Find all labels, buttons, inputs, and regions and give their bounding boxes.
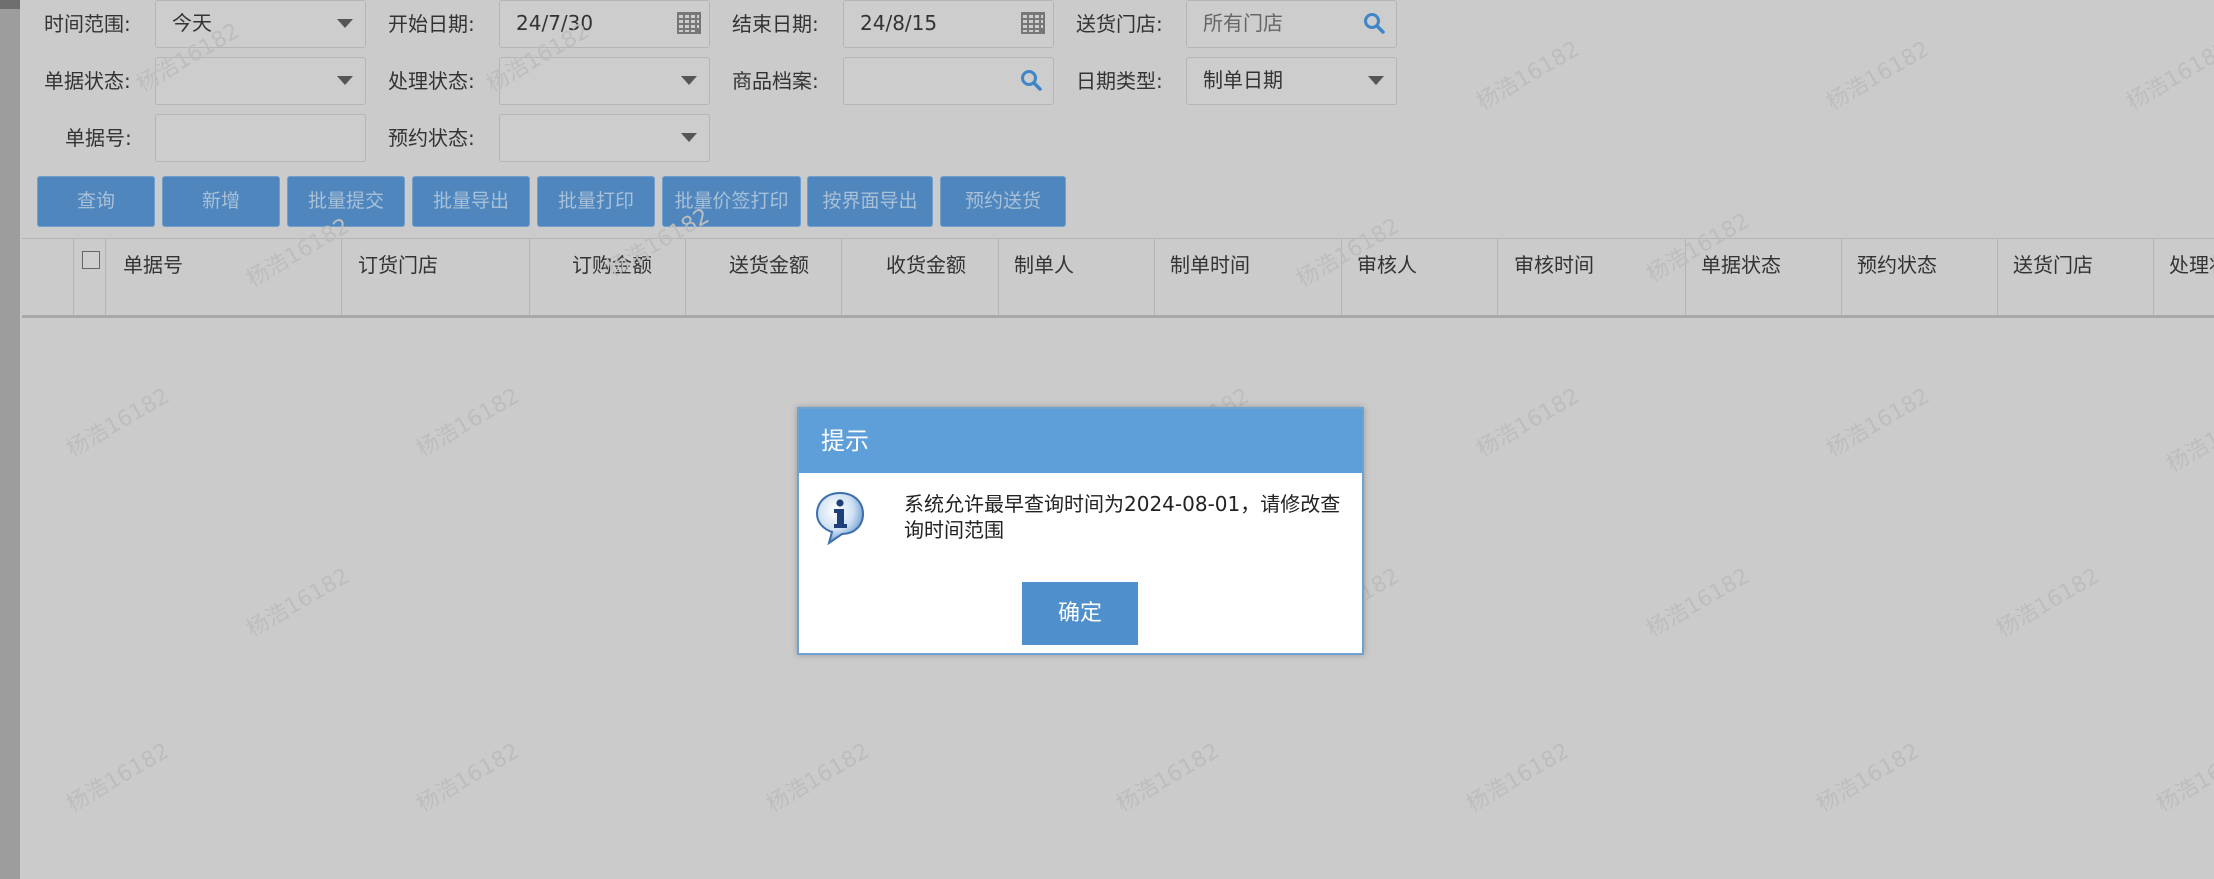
watermark: 杨浩16182 <box>412 383 524 463</box>
time-range-label: 时间范围: <box>44 12 131 36</box>
batch-export-button[interactable]: 批量导出 <box>412 176 530 227</box>
column-header-create-time[interactable]: 制单时间 <box>1170 249 1250 278</box>
search-icon[interactable] <box>1362 11 1386 35</box>
product-archive-input[interactable] <box>843 57 1054 105</box>
batch-submit-button[interactable]: 批量提交 <box>287 176 405 227</box>
watermark: 杨浩16182 <box>242 563 354 643</box>
column-divider <box>1497 239 1498 315</box>
doc-no-input[interactable] <box>155 114 366 162</box>
watermark: 杨浩16182 <box>62 738 174 818</box>
dialog-title: 提示 <box>821 427 869 455</box>
watermark: 杨浩16182 <box>1992 563 2104 643</box>
query-button[interactable]: 查询 <box>37 176 155 227</box>
batch-price-tag-print-button[interactable]: 批量价签打印 <box>662 176 801 227</box>
time-range-select[interactable]: 今天 <box>155 0 366 48</box>
chevron-down-icon <box>1368 76 1384 85</box>
grid-header: 单据号 订货门店 订购金额 送货金额 收货金额 制单人 制单时间 审核人 审核时… <box>22 238 2214 318</box>
doc-status-select[interactable] <box>155 57 366 105</box>
ok-button[interactable]: 确定 <box>1022 582 1138 645</box>
start-date-input[interactable]: 24/7/30 <box>499 0 710 48</box>
column-header-doc-status[interactable]: 单据状态 <box>1701 249 1781 278</box>
product-archive-label: 商品档案: <box>732 69 819 93</box>
watermark: 杨浩16182 <box>62 383 174 463</box>
watermark: 杨浩16182 <box>1472 36 1584 116</box>
column-header-audit-time[interactable]: 审核时间 <box>1514 249 1594 278</box>
end-date-label: 结束日期: <box>732 12 819 36</box>
column-divider <box>1341 239 1342 315</box>
column-header-process-status[interactable]: 处理状 <box>2169 249 2214 278</box>
column-header-creator[interactable]: 制单人 <box>1014 249 1074 278</box>
watermark: 杨浩16182 <box>1822 36 1934 116</box>
date-type-select[interactable]: 制单日期 <box>1186 57 1397 105</box>
column-divider <box>998 239 999 315</box>
doc-no-label: 单据号: <box>65 126 132 150</box>
watermark: 杨浩16182 <box>2162 398 2214 478</box>
column-header-order-store[interactable]: 订货门店 <box>358 249 438 278</box>
delivery-store-input[interactable]: 所有门店 <box>1186 0 1397 48</box>
chevron-down-icon <box>337 19 353 28</box>
chevron-down-icon <box>681 76 697 85</box>
reserve-delivery-button[interactable]: 预约送货 <box>940 176 1066 227</box>
date-type-label: 日期类型: <box>1076 69 1163 93</box>
batch-print-button[interactable]: 批量打印 <box>537 176 655 227</box>
doc-status-label: 单据状态: <box>44 69 131 93</box>
end-date-input[interactable]: 24/8/15 <box>843 0 1054 48</box>
reserve-status-label: 预约状态: <box>388 126 475 150</box>
watermark: 杨浩16182 <box>1462 738 1574 818</box>
column-divider <box>1154 239 1155 315</box>
search-icon[interactable] <box>1019 68 1043 92</box>
watermark: 杨浩16182 <box>1822 383 1934 463</box>
watermark: 杨浩16182 <box>1642 563 1754 643</box>
time-range-value: 今天 <box>172 11 212 35</box>
left-strip-cap <box>0 0 20 9</box>
calendar-icon[interactable] <box>1021 12 1045 34</box>
export-by-view-button[interactable]: 按界面导出 <box>807 176 933 227</box>
dialog-message-line2: 询时间范围 <box>904 518 1004 542</box>
column-header-reserve-status[interactable]: 预约状态 <box>1857 249 1937 278</box>
reserve-status-select[interactable] <box>499 114 710 162</box>
column-divider <box>841 239 842 315</box>
end-date-value: 24/8/15 <box>860 11 938 35</box>
date-type-value: 制单日期 <box>1203 68 1283 92</box>
column-header-delivery-amount[interactable]: 送货金额 <box>729 249 809 278</box>
column-header-order-amount[interactable]: 订购金额 <box>572 249 652 278</box>
watermark: 杨浩16182 <box>1472 383 1584 463</box>
column-divider <box>1685 239 1686 315</box>
dialog-message: 系统允许最早查询时间为2024-08-01，请修改查 询时间范围 <box>904 491 1349 543</box>
alert-dialog: 提示 系统允许最早查询时间为2024-08-01，请修改查 询时间范围 确定 <box>797 407 1364 655</box>
column-header-delivery-store[interactable]: 送货门店 <box>2013 249 2093 278</box>
column-divider <box>73 239 74 315</box>
add-button[interactable]: 新增 <box>162 176 280 227</box>
column-divider <box>2153 239 2154 315</box>
watermark: 杨浩16182 <box>1812 738 1924 818</box>
column-divider <box>529 239 530 315</box>
column-header-receive-amount[interactable]: 收货金额 <box>886 249 966 278</box>
watermark: 杨浩16182 <box>412 738 524 818</box>
process-status-label: 处理状态: <box>388 69 475 93</box>
process-status-select[interactable] <box>499 57 710 105</box>
chevron-down-icon <box>681 133 697 142</box>
info-icon <box>815 491 865 545</box>
column-divider <box>341 239 342 315</box>
delivery-store-placeholder: 所有门店 <box>1203 11 1283 35</box>
chevron-down-icon <box>337 76 353 85</box>
column-divider <box>685 239 686 315</box>
column-divider <box>1997 239 1998 315</box>
dialog-header[interactable]: 提示 <box>799 409 1362 473</box>
column-header-auditor[interactable]: 审核人 <box>1357 249 1417 278</box>
left-scroll-strip <box>0 0 20 879</box>
column-divider <box>1841 239 1842 315</box>
column-header-doc-no[interactable]: 单据号 <box>123 249 183 278</box>
calendar-icon[interactable] <box>677 12 701 34</box>
watermark: 杨浩16182 <box>2122 36 2214 116</box>
select-all-checkbox[interactable] <box>82 251 100 269</box>
watermark: 杨浩16182 <box>1112 738 1224 818</box>
start-date-value: 24/7/30 <box>516 11 594 35</box>
watermark: 杨浩16182 <box>2152 738 2214 818</box>
column-divider <box>105 239 106 315</box>
start-date-label: 开始日期: <box>388 12 475 36</box>
delivery-store-label: 送货门店: <box>1076 12 1163 36</box>
watermark: 杨浩16182 <box>762 738 874 818</box>
dialog-message-line1: 系统允许最早查询时间为2024-08-01，请修改查 <box>904 492 1341 516</box>
